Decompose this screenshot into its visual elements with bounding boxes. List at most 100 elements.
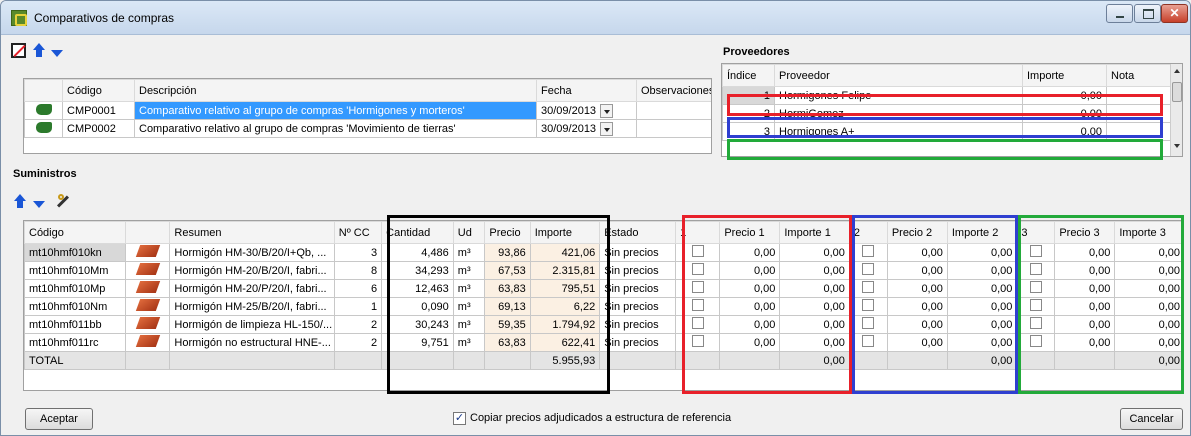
- select-checkbox-2[interactable]: [848, 261, 888, 280]
- col-proveedor[interactable]: Proveedor: [774, 64, 1023, 87]
- cell-resumen[interactable]: Hormigón de limpieza HL-150/...: [169, 315, 335, 334]
- cell-p1[interactable]: 0,00: [719, 333, 781, 352]
- cell-precio[interactable]: 63,83: [484, 333, 531, 352]
- cell-importe[interactable]: 0,00: [1022, 86, 1107, 105]
- cell-i3[interactable]: 0,00: [1114, 315, 1183, 334]
- select-checkbox-1[interactable]: [675, 261, 721, 280]
- checkbox[interactable]: [862, 335, 875, 347]
- select-checkbox-2[interactable]: [848, 279, 888, 298]
- col-ud[interactable]: Ud: [452, 221, 486, 244]
- cell-p2[interactable]: 0,00: [886, 279, 948, 298]
- chevron-down-icon[interactable]: [600, 103, 614, 118]
- cell-precio[interactable]: 67,53: [484, 261, 531, 280]
- cell-i3[interactable]: 0,00: [1114, 279, 1183, 298]
- cell-nota[interactable]: [1106, 122, 1171, 141]
- cell-ncc[interactable]: 3: [333, 243, 383, 262]
- checkbox[interactable]: [691, 245, 704, 257]
- table-row[interactable]: mt10hmf010Mp Hormigón HM-20/P/20/I, fabri…: [24, 279, 1183, 298]
- cell-estado[interactable]: Sin precios: [599, 279, 677, 298]
- select-checkbox-3[interactable]: [1016, 315, 1056, 334]
- cell-ud[interactable]: m³: [452, 315, 486, 334]
- cell-nota[interactable]: [1106, 86, 1171, 105]
- cell-resumen[interactable]: Hormigón HM-20/B/20/I, fabri...: [169, 261, 335, 280]
- cancelar-button[interactable]: Cancelar: [1120, 408, 1183, 430]
- select-checkbox-3[interactable]: [1016, 243, 1056, 262]
- chevron-up-icon[interactable]: [1174, 69, 1180, 73]
- cell-p2[interactable]: 0,00: [886, 297, 948, 316]
- cell-indice[interactable]: 1: [722, 86, 775, 105]
- cell-importe[interactable]: 421,06: [529, 243, 601, 262]
- checkbox[interactable]: [1029, 245, 1042, 257]
- cell-importe[interactable]: 1.794,92: [529, 315, 601, 334]
- scrollbar[interactable]: [1170, 64, 1182, 156]
- col-icon[interactable]: [125, 221, 171, 244]
- table-row[interactable]: CMP0001 Comparativo relativo al grupo de…: [24, 101, 711, 120]
- cell-cantidad[interactable]: 12,463: [381, 279, 454, 298]
- checkbox[interactable]: [862, 281, 875, 293]
- cell-ncc[interactable]: 8: [333, 261, 383, 280]
- delete-icon[interactable]: [11, 43, 26, 58]
- cell-proveedor[interactable]: Hormigones A+: [774, 122, 1023, 141]
- cell-p2[interactable]: 0,00: [886, 261, 948, 280]
- arrow-up-icon[interactable]: [32, 43, 46, 57]
- arrow-down-icon[interactable]: [50, 43, 64, 57]
- select-checkbox-3[interactable]: [1016, 279, 1056, 298]
- cell-resumen[interactable]: Hormigón HM-30/B/20/I+Qb, ...: [169, 243, 335, 262]
- cell-importe[interactable]: 622,41: [529, 333, 601, 352]
- aceptar-button[interactable]: Aceptar: [25, 408, 93, 430]
- cell-resumen[interactable]: Hormigón no estructural HNE-...: [169, 333, 335, 352]
- cell-p3[interactable]: 0,00: [1054, 297, 1116, 316]
- cell-ncc[interactable]: 2: [333, 333, 383, 352]
- col-indice[interactable]: Índice: [722, 64, 775, 87]
- cell-proveedor[interactable]: Hormigones Felipe: [774, 86, 1023, 105]
- cell-codigo[interactable]: mt10hmf010kn: [24, 243, 127, 262]
- cell-i3[interactable]: 0,00: [1114, 333, 1183, 352]
- select-checkbox-2[interactable]: [848, 243, 888, 262]
- col-ncc[interactable]: Nº CC: [333, 221, 383, 244]
- cell-estado[interactable]: Sin precios: [599, 315, 677, 334]
- close-button[interactable]: ✕: [1161, 4, 1188, 23]
- cell-codigo[interactable]: mt10hmf010Mp: [24, 279, 127, 298]
- col-precio-2[interactable]: Precio 2: [886, 221, 948, 244]
- cell-fecha[interactable]: 30/09/2013: [536, 101, 637, 120]
- cell-precio[interactable]: 93,86: [484, 243, 531, 262]
- cell-p1[interactable]: 0,00: [719, 261, 781, 280]
- tool-icon[interactable]: [54, 192, 72, 210]
- cell-p2[interactable]: 0,00: [886, 315, 948, 334]
- table-row[interactable]: mt10hmf010Nm Hormigón HM-25/B/20/I, fabri…: [24, 297, 1183, 316]
- cell-importe[interactable]: 2.315,81: [529, 261, 601, 280]
- col-importe[interactable]: Importe: [1022, 64, 1107, 87]
- cell-p3[interactable]: 0,00: [1054, 315, 1116, 334]
- cell-p3[interactable]: 0,00: [1054, 279, 1116, 298]
- table-row[interactable]: 3 Hormigones A+ 0,00: [722, 122, 1171, 141]
- arrow-down-icon[interactable]: [32, 194, 46, 208]
- cell-i1[interactable]: 0,00: [779, 297, 850, 316]
- col-importe-1[interactable]: Importe 1: [779, 221, 850, 244]
- cell-codigo[interactable]: mt10hmf010Mm: [24, 261, 127, 280]
- cell-ud[interactable]: m³: [452, 261, 486, 280]
- checkbox[interactable]: [691, 263, 704, 275]
- col-resumen[interactable]: Resumen: [169, 221, 335, 244]
- cell-ud[interactable]: m³: [452, 243, 486, 262]
- select-checkbox-3[interactable]: [1016, 333, 1056, 352]
- cell-ud[interactable]: m³: [452, 333, 486, 352]
- chevron-down-icon[interactable]: [600, 121, 614, 136]
- chevron-down-icon[interactable]: [1174, 144, 1180, 148]
- select-checkbox-2[interactable]: [848, 315, 888, 334]
- checkbox[interactable]: [862, 263, 875, 275]
- col-importe[interactable]: Importe: [529, 221, 601, 244]
- cell-i1[interactable]: 0,00: [779, 333, 850, 352]
- cell-p1[interactable]: 0,00: [719, 279, 781, 298]
- cell-p1[interactable]: 0,00: [719, 297, 781, 316]
- cell-codigo[interactable]: CMP0001: [62, 101, 135, 120]
- col-fecha[interactable]: Fecha: [536, 79, 637, 102]
- checkbox[interactable]: [1029, 317, 1042, 329]
- cell-p3[interactable]: 0,00: [1054, 243, 1116, 262]
- checkbox[interactable]: [691, 335, 704, 347]
- cell-codigo[interactable]: mt10hmf011bb: [24, 315, 127, 334]
- col-sel-3[interactable]: 3: [1016, 221, 1056, 244]
- checkbox[interactable]: [862, 299, 875, 311]
- cell-i2[interactable]: 0,00: [946, 279, 1018, 298]
- cell-cantidad[interactable]: 34,293: [381, 261, 454, 280]
- col-importe-2[interactable]: Importe 2: [946, 221, 1018, 244]
